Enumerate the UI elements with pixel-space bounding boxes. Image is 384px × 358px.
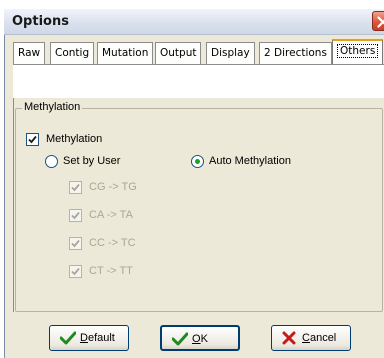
radio-selected-dot (195, 159, 200, 164)
checkmark-icon (71, 183, 80, 192)
auto-methylation-radio[interactable] (191, 155, 204, 168)
dialog-client-area: Raw Contig Mutation Output Display 2 Dir… (4, 35, 384, 358)
tab-2-directions[interactable]: 2 Directions (259, 42, 332, 64)
auto-methylation-label: Auto Methylation (209, 155, 291, 167)
ca-ta-label: CA -> TA (89, 209, 133, 221)
checkmark-icon (71, 239, 80, 248)
methylation-checkbox-label: Methylation (46, 133, 103, 145)
default-button-label: Default (80, 332, 115, 344)
ok-button[interactable]: OK (160, 325, 240, 351)
tab-label: Contig (55, 47, 90, 59)
cg-tg-checkbox[interactable] (69, 181, 82, 194)
close-icon (377, 16, 384, 28)
ok-button-label: OK (192, 333, 208, 345)
cg-tg-label: CG -> TG (89, 181, 137, 193)
set-by-user-radio[interactable] (45, 155, 58, 168)
tab-others[interactable]: Others (332, 39, 384, 64)
cancel-button-label: Cancel (302, 332, 337, 344)
options-dialog: Options Raw Contig Mutation Output Displ… (0, 0, 384, 358)
checkmark-icon (28, 135, 37, 144)
checkmark-icon (71, 211, 80, 220)
title-bar[interactable]: Options (4, 9, 384, 35)
tab-label: Others (337, 44, 379, 58)
ct-tt-label: CT -> TT (89, 265, 133, 277)
set-by-user-label: Set by User (63, 155, 121, 167)
tab-display[interactable]: Display (206, 42, 255, 64)
tab-panel-header-strip (13, 65, 384, 98)
ct-tt-checkbox[interactable] (69, 265, 82, 278)
checkmark-icon (172, 332, 188, 346)
window-title: Options (12, 14, 69, 29)
tab-label: Output (160, 47, 197, 59)
tab-label: Raw (18, 47, 41, 59)
close-button[interactable] (372, 11, 384, 31)
cross-icon (282, 331, 296, 345)
methylation-group-label: Methylation (22, 101, 83, 113)
tab-label: Display (211, 47, 250, 59)
cc-tc-checkbox[interactable] (69, 237, 82, 250)
tab-contig[interactable]: Contig (50, 42, 95, 64)
default-button[interactable]: Default (49, 325, 129, 351)
button-bar: Default OK Cancel (5, 318, 384, 358)
tab-label: 2 Directions (264, 47, 327, 59)
checkmark-icon (60, 331, 76, 345)
cc-tc-label: CC -> TC (89, 237, 136, 249)
tab-label: Mutation (102, 47, 149, 59)
tab-mutation[interactable]: Mutation (97, 42, 154, 64)
methylation-groupbox: Methylation Methylation Set by User Auto… (15, 101, 383, 312)
ca-ta-checkbox[interactable] (69, 209, 82, 222)
tab-raw[interactable]: Raw (13, 42, 46, 64)
methylation-checkbox[interactable] (26, 133, 39, 146)
checkmark-icon (71, 267, 80, 276)
cancel-button[interactable]: Cancel (271, 325, 351, 351)
tab-output[interactable]: Output (155, 42, 202, 64)
